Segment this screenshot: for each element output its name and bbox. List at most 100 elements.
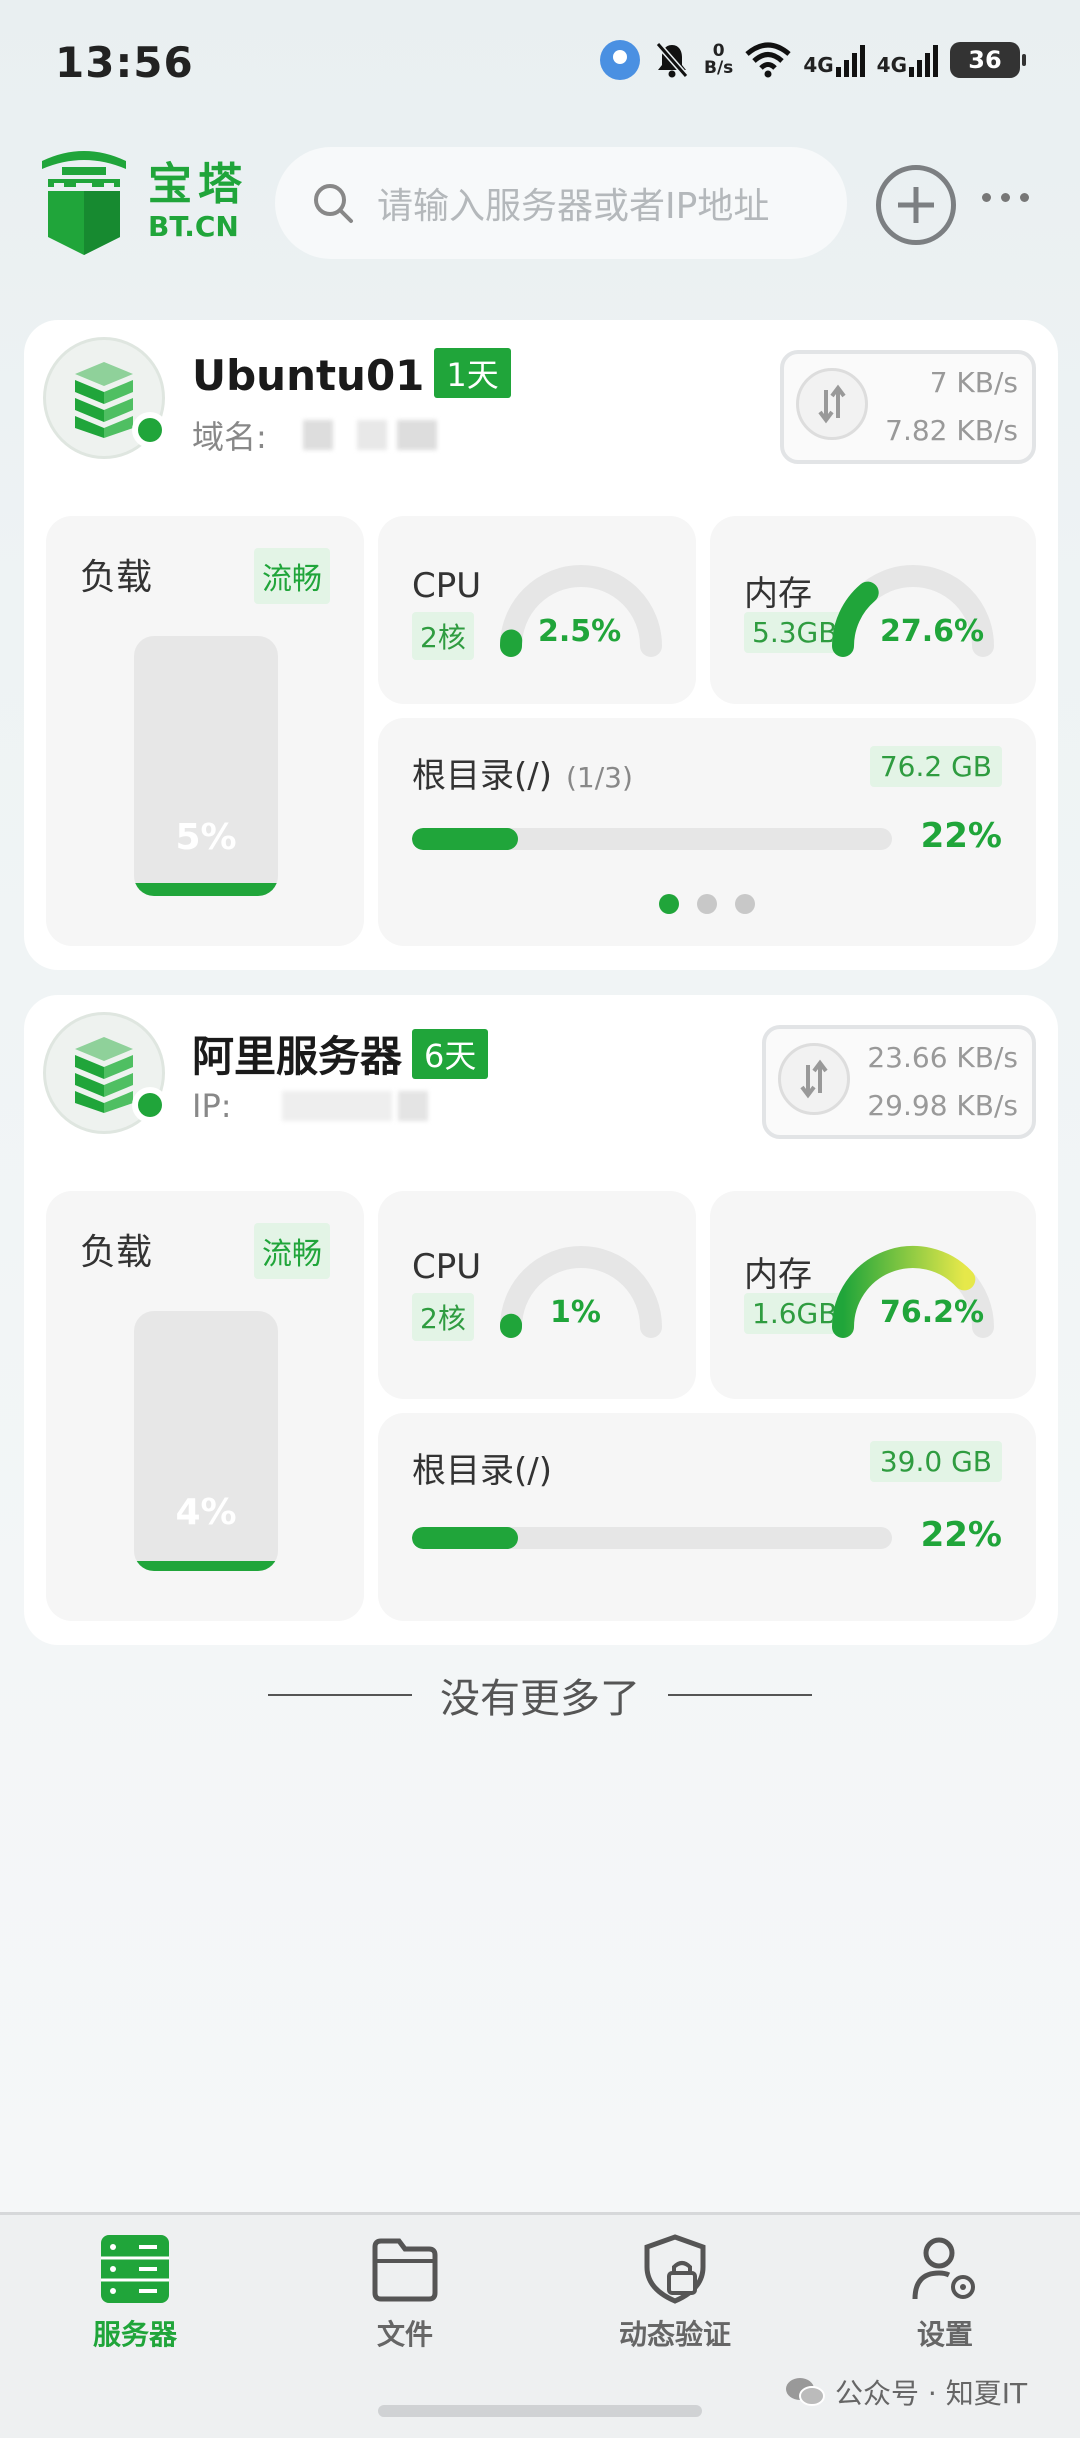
cpu-panel[interactable]: CPU 2核 2.5% xyxy=(378,516,696,704)
search-placeholder: 请输入服务器或者IP地址 xyxy=(377,186,770,227)
search-icon xyxy=(314,184,353,223)
memory-percent: 27.6% xyxy=(880,614,985,649)
nav-label: 设置 xyxy=(916,2318,973,2351)
disk-title: 根目录(/) (1/3) xyxy=(412,748,633,797)
pager-dot[interactable] xyxy=(659,894,679,914)
server-stack-icon xyxy=(75,362,133,438)
server-stack-icon xyxy=(75,1037,133,1113)
more-menu-button[interactable] xyxy=(982,193,1029,202)
server-address: IP: xyxy=(192,1087,428,1125)
gauge-value-arc xyxy=(832,581,879,657)
signal-sim1-icon: 4G xyxy=(803,43,865,77)
network-traffic-icon xyxy=(796,368,868,440)
server-name-text: 阿里服务器 xyxy=(192,1032,403,1081)
nav-tab-settings[interactable]: 设置 xyxy=(845,2233,1045,2353)
download-speed: 7.82 KB/s xyxy=(885,414,1018,447)
location-icon xyxy=(600,40,641,80)
pager-dot[interactable] xyxy=(735,894,755,914)
net-speed-unit: B/s xyxy=(704,58,734,78)
network-speed-box: 23.66 KB/s 29.98 KB/s xyxy=(762,1025,1036,1139)
address-label: IP: xyxy=(192,1087,232,1125)
user-settings-icon xyxy=(912,2237,975,2300)
more-dot-icon xyxy=(1020,193,1029,202)
load-bar: 4% xyxy=(134,1311,278,1571)
sim1-label: 4G xyxy=(803,53,834,77)
server-card[interactable]: 阿里服务器 6天 IP: 23.66 KB/s 29.98 KB/s 负载 流畅 … xyxy=(24,995,1058,1645)
disk-panel[interactable]: 根目录(/) 39.0 GB 22% xyxy=(378,1413,1036,1621)
end-of-list-text: 没有更多了 xyxy=(440,1676,640,1722)
memory-title: 内存 xyxy=(744,574,812,614)
disk-panel[interactable]: 根目录(/) (1/3) 76.2 GB 22% xyxy=(378,718,1036,946)
cpu-panel[interactable]: CPU 2核 1% xyxy=(378,1191,696,1399)
memory-title: 内存 xyxy=(744,1255,812,1295)
disk-pager-dots[interactable] xyxy=(378,894,1036,914)
cpu-percent: 2.5% xyxy=(538,614,622,649)
cpu-percent: 1% xyxy=(550,1295,601,1330)
nav-tab-files[interactable]: 文件 xyxy=(305,2233,505,2353)
redacted-address xyxy=(396,420,437,450)
more-dot-icon xyxy=(982,193,991,202)
net-speed-indicator: 0 B/s xyxy=(704,43,733,77)
battery-level: 36 xyxy=(968,46,1002,74)
watermark: 公众号 · 知夏IT xyxy=(785,2372,1027,2412)
wifi-icon xyxy=(745,42,791,78)
bell-muted-icon xyxy=(655,42,689,78)
server-icon xyxy=(101,2235,169,2303)
load-panel[interactable]: 负载 流畅 4% xyxy=(46,1191,364,1621)
nav-label: 文件 xyxy=(376,2318,433,2351)
address-label: 域名: xyxy=(192,418,267,456)
load-title: 负载 xyxy=(80,557,153,598)
shield-lock-icon xyxy=(644,2234,706,2304)
load-status-badge: 流畅 xyxy=(254,548,330,604)
load-status-badge: 流畅 xyxy=(254,1223,330,1279)
cpu-title: CPU xyxy=(412,566,482,606)
app-header: 宝塔 BT.CN 请输入服务器或者IP地址 xyxy=(0,135,1080,285)
server-address: 域名: xyxy=(192,412,437,458)
disk-usage-bar xyxy=(412,1527,892,1549)
signal-sim2-icon: 4G xyxy=(877,43,938,77)
download-speed: 29.98 KB/s xyxy=(867,1089,1018,1122)
redacted-address xyxy=(356,420,387,450)
disk-percent: 22% xyxy=(920,816,1002,856)
server-card[interactable]: Ubuntu01 1天 域名: 7 KB/s 7.82 KB/s 负载 流畅 5%… xyxy=(24,320,1058,970)
nav-tab-servers[interactable]: 服务器 xyxy=(35,2233,235,2353)
load-panel[interactable]: 负载 流畅 5% xyxy=(46,516,364,946)
disk-percent: 22% xyxy=(920,1515,1002,1555)
memory-panel[interactable]: 内存 1.6GB 76.2% xyxy=(710,1191,1036,1399)
nav-label: 动态验证 xyxy=(618,2318,731,2351)
upload-speed: 23.66 KB/s xyxy=(867,1041,1018,1074)
disk-page-indicator: (1/3) xyxy=(565,761,633,794)
divider xyxy=(268,1694,412,1696)
server-search-input[interactable]: 请输入服务器或者IP地址 xyxy=(275,147,847,259)
load-fill xyxy=(134,883,278,896)
disk-mount: 根目录(/) xyxy=(412,1451,552,1491)
memory-panel[interactable]: 内存 5.3GB 27.6% xyxy=(710,516,1036,704)
more-dot-icon xyxy=(1001,193,1010,202)
redacted-address xyxy=(302,420,333,450)
bt-logo: 宝塔 BT.CN xyxy=(34,147,248,257)
load-title: 负载 xyxy=(80,1232,153,1273)
plus-icon xyxy=(898,187,934,223)
server-name: 阿里服务器 6天 xyxy=(192,1023,489,1084)
home-indicator[interactable] xyxy=(378,2405,702,2417)
server-name: Ubuntu01 1天 xyxy=(192,348,511,400)
redacted-address xyxy=(397,1091,428,1121)
add-server-button[interactable] xyxy=(876,165,956,245)
network-traffic-icon xyxy=(778,1043,850,1115)
pager-dot[interactable] xyxy=(697,894,717,914)
load-percent: 5% xyxy=(175,817,237,858)
cpu-cores: 2核 xyxy=(412,612,474,660)
battery-icon: 36 xyxy=(950,42,1026,78)
divider xyxy=(668,1694,812,1696)
memory-percent: 76.2% xyxy=(880,1295,985,1330)
nav-tab-2fa[interactable]: 动态验证 xyxy=(575,2233,775,2353)
cpu-title: CPU xyxy=(412,1247,482,1287)
watermark-text: 公众号 · 知夏IT xyxy=(835,2377,1028,2410)
load-percent: 4% xyxy=(175,1492,237,1533)
logo-name-cn: 宝塔 xyxy=(148,159,248,210)
status-time: 13:56 xyxy=(55,38,194,87)
logo-name-en: BT.CN xyxy=(148,210,239,243)
wechat-icon xyxy=(786,2378,825,2406)
end-of-list: 没有更多了 xyxy=(0,1666,1080,1724)
disk-title: 根目录(/) xyxy=(412,1443,552,1492)
